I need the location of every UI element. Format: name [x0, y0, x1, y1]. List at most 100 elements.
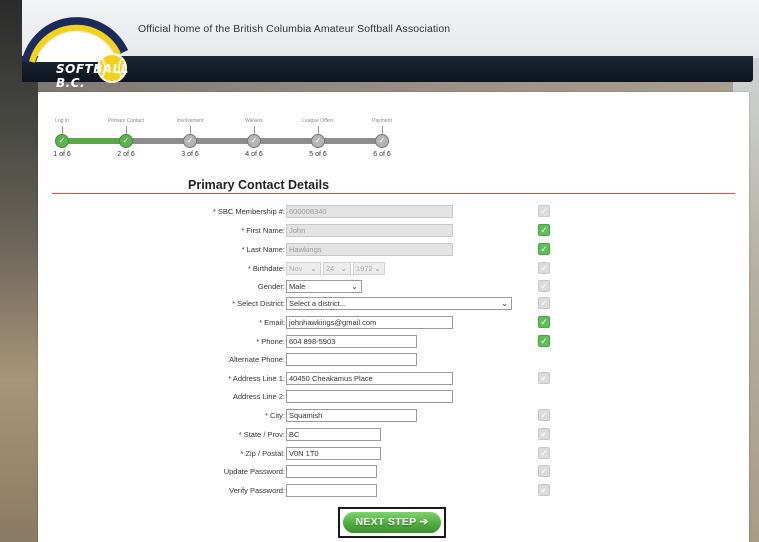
logo-text: SOFTBALL B.C.	[56, 62, 129, 90]
row-email: * Email: johnhawkings@gmail.com ✓	[0, 316, 759, 330]
header-tagline: Official home of the British Columbia Am…	[138, 23, 451, 35]
step-count-3: 3 of 6	[181, 151, 199, 158]
step-label-league-offers: League Offers	[302, 118, 334, 124]
birth-day-select: 24 ⌄	[323, 262, 351, 275]
step-label-login: Log In	[55, 118, 69, 124]
address2-input[interactable]	[286, 390, 453, 403]
state-label: * State / Prov:	[238, 430, 285, 439]
step-5-check-icon: ✓	[311, 134, 325, 148]
phone-check-icon: ✓	[538, 335, 550, 347]
row-phone: * Phone: 604 898-5903 ✓	[0, 335, 759, 349]
zip-check-icon: ✓	[538, 447, 550, 459]
row-address1: * Address Line 1: 40450 Cheakamus Place …	[0, 372, 759, 386]
next-step-button-inner: NEXT STEP ➔	[343, 512, 441, 533]
state-check-icon: ✓	[538, 428, 550, 440]
row-gender: Gender: Male ⌄ ✓	[0, 280, 759, 294]
city-input[interactable]: Squamish	[286, 409, 417, 422]
step-1-check-icon: ✓	[55, 134, 69, 148]
step-count-1: 1 of 6	[53, 151, 71, 158]
phone-input[interactable]: 604 898-5903	[286, 335, 417, 348]
last-name-label: * Last Name:	[241, 245, 285, 254]
gender-check-icon: ✓	[538, 280, 550, 292]
step-tick	[382, 126, 383, 134]
last-name-check-icon: ✓	[538, 243, 550, 255]
chevron-down-icon: ⌄	[351, 282, 358, 291]
step-count-2: 2 of 6	[117, 151, 135, 158]
city-label: * City:	[264, 411, 285, 420]
birthdate-label: * Birthdate:	[247, 264, 285, 273]
birth-month-value: Nov	[289, 264, 303, 273]
next-step-label: NEXT STEP	[355, 516, 417, 528]
verify-password-input[interactable]	[286, 484, 377, 497]
address1-check-icon: ✓	[538, 372, 550, 384]
district-check-icon: ✓	[538, 297, 550, 309]
membership-input: 600008340	[286, 205, 453, 218]
gender-select[interactable]: Male ⌄	[286, 280, 362, 293]
membership-check-icon: ✓	[538, 205, 550, 217]
step-label-primary-contact: Primary Contact	[108, 118, 144, 124]
progress-tracker: Log In Primary Contact Involvement Waive…	[52, 118, 392, 164]
step-tick	[190, 126, 191, 134]
zip-input[interactable]: V0N 1T0	[286, 447, 381, 460]
birth-day-value: 24	[326, 264, 335, 273]
first-name-check-icon: ✓	[538, 224, 550, 236]
row-district: * Select District: Select a district... …	[0, 297, 759, 311]
gender-value: Male	[289, 282, 306, 291]
step-label-waivers: Waivers	[245, 118, 263, 124]
update-password-label: Update Password:	[223, 467, 285, 476]
step-tick	[318, 126, 319, 134]
row-verify-password: Verify Password: ✓	[0, 484, 759, 498]
next-step-button[interactable]: NEXT STEP ➔	[338, 507, 446, 538]
verify-password-label: Verify Password:	[229, 486, 285, 495]
row-zip: * Zip / Postal: V0N 1T0 ✓	[0, 447, 759, 461]
address2-label: Address Line 2:	[232, 392, 285, 401]
update-password-check-icon: ✓	[538, 465, 550, 477]
row-address2: Address Line 2:	[0, 390, 759, 404]
softball-bc-logo[interactable]: SOFTBALL B.C.	[21, 0, 132, 90]
email-input[interactable]: johnhawkings@gmail.com	[286, 316, 453, 329]
birth-year-value: 1972	[356, 264, 373, 273]
row-update-password: Update Password: ✓	[0, 465, 759, 479]
address1-label: * Address Line 1:	[228, 374, 285, 383]
step-count-6: 6 of 6	[373, 151, 391, 158]
membership-label: * SBC Membership #:	[212, 207, 285, 216]
district-value: Select a district...	[289, 299, 347, 308]
row-state: * State / Prov: BC ✓	[0, 428, 759, 442]
first-name-label: * First Name:	[241, 226, 285, 235]
chevron-down-icon: ⌄	[340, 264, 347, 273]
gender-label: Gender:	[257, 282, 285, 291]
chevron-down-icon: ⌄	[501, 299, 508, 308]
step-label-payment: Payment	[372, 118, 392, 124]
birth-month-select: Nov ⌄	[286, 262, 321, 275]
row-alt-phone: Alternate Phone:	[0, 353, 759, 367]
alt-phone-label: Alternate Phone:	[229, 355, 285, 364]
zip-label: * Zip / Postal:	[240, 449, 285, 458]
update-password-input[interactable]	[286, 465, 377, 478]
row-city: * City: Squamish ✓	[0, 409, 759, 423]
step-count-4: 4 of 6	[245, 151, 263, 158]
step-3-check-icon: ✓	[183, 134, 197, 148]
arrow-right-icon: ➔	[419, 516, 429, 528]
district-label: * Select District:	[232, 299, 285, 308]
progress-track-fill	[62, 138, 124, 144]
step-tick	[126, 126, 127, 134]
birthdate-check-icon: ✓	[538, 262, 550, 274]
address1-input[interactable]: 40450 Cheakamus Place	[286, 372, 453, 385]
last-name-input: Hawkings	[286, 243, 453, 256]
row-last-name: * Last Name: Hawkings ✓	[0, 243, 759, 257]
alt-phone-input[interactable]	[286, 353, 417, 366]
chevron-down-icon: ⌄	[310, 264, 317, 273]
section-title: Primary Contact Details	[188, 178, 330, 192]
email-label: * Email:	[259, 318, 285, 327]
state-input[interactable]: BC	[286, 428, 381, 441]
step-6-check-icon: ✓	[375, 134, 389, 148]
step-tick	[62, 126, 63, 134]
step-label-involvement: Involvement	[176, 118, 204, 124]
email-check-icon: ✓	[538, 316, 550, 328]
verify-password-check-icon: ✓	[538, 484, 550, 496]
step-tick	[254, 126, 255, 134]
birth-year-select: 1972 ⌄	[353, 262, 385, 275]
row-membership: * SBC Membership #: 600008340 ✓	[0, 205, 759, 219]
chevron-down-icon: ⌄	[374, 264, 381, 273]
district-select[interactable]: Select a district... ⌄	[286, 297, 512, 310]
